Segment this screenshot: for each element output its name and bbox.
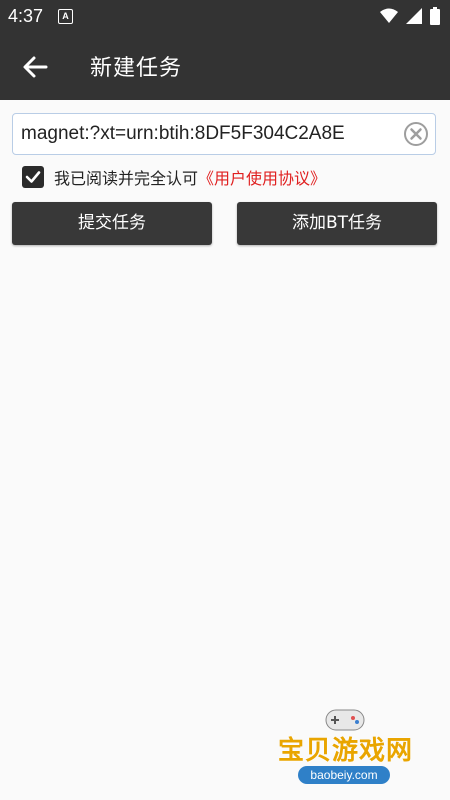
- battery-icon: [430, 7, 440, 25]
- check-icon: [25, 171, 41, 183]
- agreement-checkbox[interactable]: [22, 166, 44, 188]
- clear-icon[interactable]: [403, 121, 429, 147]
- signal-icon: [406, 8, 422, 24]
- magnet-input-value[interactable]: magnet:?xt=urn:btih:8DF5F304C2A8E: [21, 114, 401, 154]
- wifi-icon: [380, 8, 398, 23]
- magnet-input-field[interactable]: magnet:?xt=urn:btih:8DF5F304C2A8E: [12, 113, 436, 155]
- agreement-text: 我已阅读并完全认可: [54, 169, 199, 188]
- watermark-url: baobeiy.com: [298, 766, 390, 784]
- status-icons: [380, 7, 440, 25]
- submit-task-button[interactable]: 提交任务: [12, 202, 212, 245]
- back-arrow-icon[interactable]: [20, 52, 50, 82]
- add-bt-task-button[interactable]: 添加BT任务: [237, 202, 437, 245]
- user-agreement-link[interactable]: 《用户使用协议》: [198, 165, 326, 189]
- watermark-text: 宝贝游戏网: [278, 736, 414, 766]
- page-title: 新建任务: [90, 56, 183, 81]
- app-bar: 新建任务: [0, 32, 450, 100]
- agreement-row: 我已阅读并完全认可 《用户使用协议》: [22, 165, 326, 189]
- watermark: 宝贝游戏网 baobeiy.com: [270, 700, 420, 795]
- status-time: 4:37: [8, 6, 44, 26]
- status-bar: 4:37 A: [0, 0, 450, 32]
- notification-a-icon: A: [58, 9, 73, 24]
